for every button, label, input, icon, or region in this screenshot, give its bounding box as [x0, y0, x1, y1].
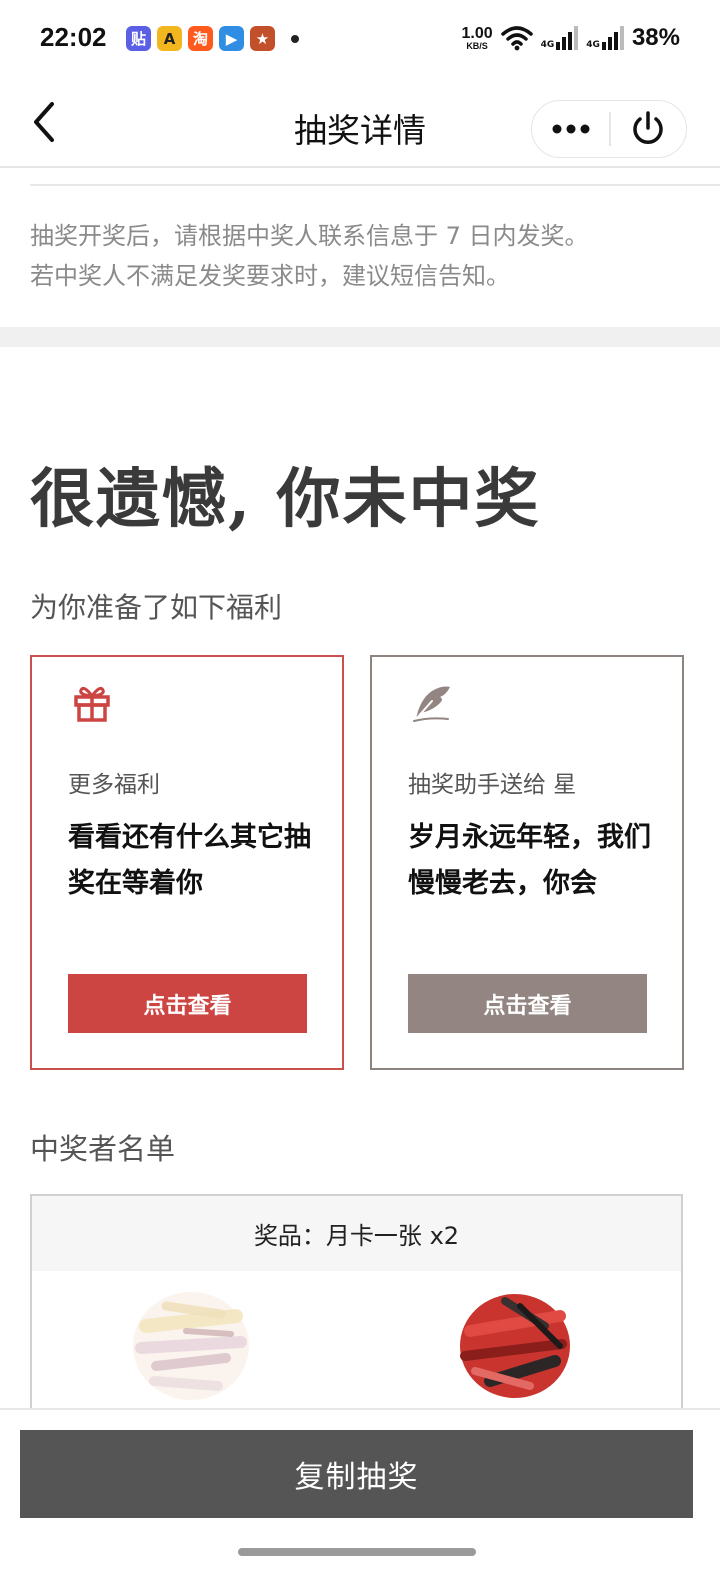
home-indicator[interactable]	[238, 1548, 476, 1556]
more-dots-icon	[552, 124, 590, 134]
benefit-card-more: 更多福利 看看还有什么其它抽奖在等着你 点击查看	[30, 655, 344, 1070]
card-text: 看看还有什么其它抽奖在等着你	[68, 822, 311, 899]
notification-dot-icon	[291, 34, 299, 43]
section-divider	[30, 184, 720, 186]
taobao-app-icon: 淘	[188, 26, 213, 51]
view-more-button[interactable]: 点击查看	[68, 974, 307, 1033]
battery-level: 38%	[631, 24, 680, 51]
section-separator	[0, 327, 720, 347]
bottom-action-bar: 复制抽奖	[0, 1408, 720, 1584]
status-app-icons: 贴 A 淘 ▶ ★	[126, 26, 299, 51]
gift-icon	[74, 687, 110, 722]
app-a-icon: A	[157, 26, 182, 51]
view-message-button[interactable]: 点击查看	[408, 974, 647, 1033]
benefit-card-message: 抽奖助手送给 星 岁月永远年轻，我们慢慢老去，你会 点击查看	[370, 655, 684, 1070]
power-icon	[633, 111, 664, 144]
wifi-icon	[500, 26, 533, 51]
close-button[interactable]	[611, 101, 686, 157]
network-speed: 1.00 KB/S	[461, 24, 493, 51]
copy-lottery-button[interactable]: 复制抽奖	[20, 1430, 693, 1518]
benefits-heading: 为你准备了如下福利	[30, 591, 283, 624]
signal-bars-icon	[556, 26, 579, 50]
status-indicators: 1.00 KB/S 4G 4G 38%	[462, 24, 681, 52]
notice-text: 抽奖开奖后，请根据中奖人联系信息于 7 日内发奖。 若中奖人不满足发奖要求时，建…	[30, 216, 589, 296]
signal-2: 4G	[586, 26, 624, 50]
signal-1-label: 4G	[540, 40, 555, 50]
card-label: 更多福利	[68, 772, 160, 798]
notice-line-2: 若中奖人不满足发奖要求时，建议短信告知。	[30, 262, 510, 290]
notice-line-1: 抽奖开奖后，请根据中奖人联系信息于 7 日内发奖。	[30, 222, 589, 250]
feather-icon	[413, 686, 450, 722]
network-speed-value: 1.00	[461, 24, 493, 42]
winners-heading: 中奖者名单	[30, 1132, 176, 1166]
result-title: 很遗憾, 你未中奖	[30, 462, 541, 537]
winner-avatar-1[interactable]	[126, 1286, 256, 1406]
nav-bar: 抽奖详情	[0, 80, 720, 168]
game-app-icon: ★	[250, 26, 275, 51]
signal-1: 4G	[541, 26, 579, 50]
winner-avatar-2[interactable]	[450, 1286, 580, 1406]
signal-bars-icon	[601, 26, 624, 50]
status-bar: 22:02 贴 A 淘 ▶ ★ 1.00 KB/S 4G 4G 38%	[0, 0, 720, 80]
status-time: 22:02	[40, 22, 107, 52]
video-app-icon: ▶	[219, 26, 244, 51]
mini-program-capsule	[531, 100, 687, 158]
prize-info: 奖品：月卡一张 x2	[32, 1196, 681, 1271]
tieba-app-icon: 贴	[126, 26, 151, 51]
more-button[interactable]	[532, 101, 609, 157]
network-speed-unit: KB/S	[466, 40, 488, 51]
card-text: 岁月永远年轻，我们慢慢老去，你会	[408, 822, 651, 899]
card-label: 抽奖助手送给 星	[408, 772, 577, 798]
signal-2-label: 4G	[586, 40, 600, 50]
